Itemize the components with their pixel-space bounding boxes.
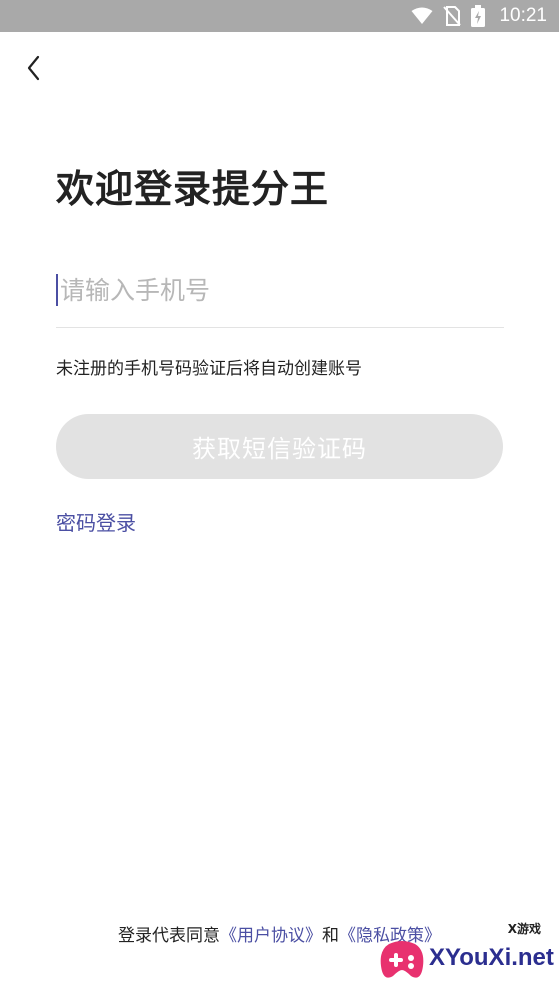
get-sms-code-button[interactable]: 获取短信验证码	[56, 414, 503, 479]
status-bar: 10:21	[0, 0, 559, 32]
wifi-icon	[411, 7, 433, 25]
phone-field[interactable]	[56, 266, 504, 328]
watermark: X游戏 XYouXi.net	[377, 918, 554, 988]
gamepad-logo-icon	[377, 936, 427, 986]
chevron-left-icon	[26, 55, 42, 85]
battery-charging-icon	[471, 5, 486, 27]
password-login-link[interactable]: 密码登录	[56, 507, 136, 536]
agreement-prefix: 登录代表同意	[118, 926, 220, 946]
back-button[interactable]	[18, 54, 50, 86]
user-agreement-link[interactable]: 《用户协议》	[220, 926, 322, 946]
no-sim-icon	[443, 6, 462, 26]
agreement-and: 和	[322, 926, 339, 946]
auto-register-hint: 未注册的手机号码验证后将自动创建账号	[56, 359, 362, 379]
status-icons: 10:21	[411, 0, 547, 32]
phone-input[interactable]	[56, 266, 504, 314]
watermark-brand-text: XYouXi.net	[429, 944, 554, 971]
page-title: 欢迎登录提分王	[56, 167, 330, 211]
status-time: 10:21	[499, 5, 547, 26]
watermark-small-text: X游戏	[505, 920, 543, 937]
